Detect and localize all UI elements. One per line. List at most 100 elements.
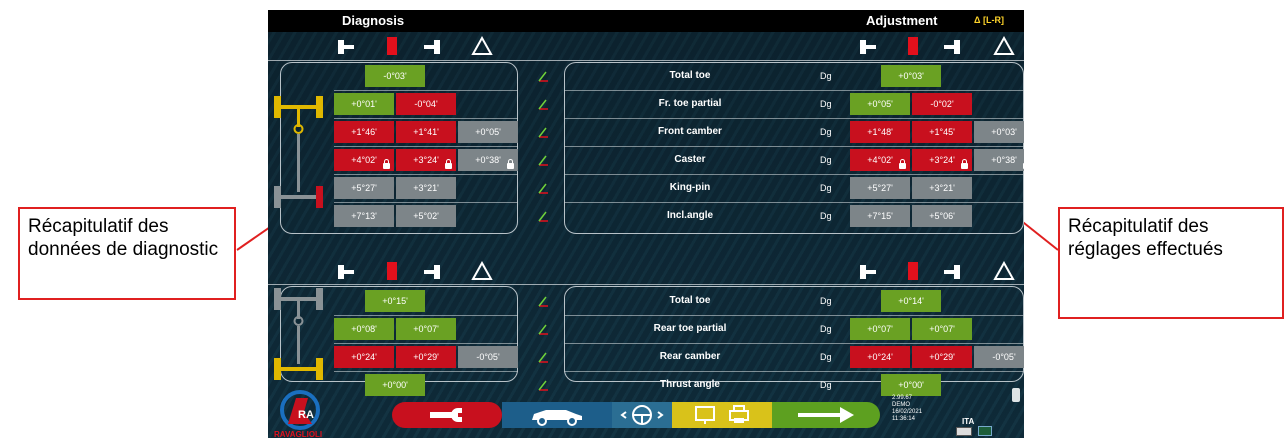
angle-icon: [538, 183, 548, 194]
note-diagnosis-text: Récapitulatif des données de diagnostic: [28, 216, 219, 260]
diag-value-text: +1°46': [351, 127, 377, 137]
adjustment-title: Adjustment: [866, 13, 938, 28]
adj-value-cell: +0°05': [850, 93, 910, 115]
adj-value-text: +1°45': [929, 127, 955, 137]
divider: [268, 284, 1024, 285]
diag-value-cell: +0°24': [334, 346, 394, 368]
unit-label: Dg: [820, 211, 832, 221]
row-divider: [334, 118, 518, 119]
diag-value-text: +0°08': [351, 324, 377, 334]
adj-value-cell: +1°45': [912, 121, 972, 143]
diag-value-cell: +0°29': [396, 346, 456, 368]
diag-value-text: +5°27': [351, 183, 377, 193]
date-text: 16/02/2021: [892, 409, 923, 415]
adj-value-cell: +3°21': [912, 177, 972, 199]
row-divider: [334, 202, 518, 203]
adj-value-cell: +5°06': [912, 205, 972, 227]
time-text: 11:36:14: [892, 416, 915, 422]
unit-label: Dg: [820, 296, 832, 306]
front-axle-diagram: [274, 96, 323, 208]
adj-value-text: -0°05': [992, 352, 1016, 362]
adj-value-text: +3°21': [929, 183, 955, 193]
diag-value-cell: +1°46': [334, 121, 394, 143]
steering-wheel-button[interactable]: [612, 402, 672, 428]
angle-icon: [538, 324, 548, 335]
diag-value-text: +0°29': [413, 352, 439, 362]
adj-value-cell: +7°15': [850, 205, 910, 227]
row-divider: [564, 174, 1024, 175]
measurement-label: Rear toe partial: [653, 323, 727, 334]
unit-label: Dg: [820, 71, 832, 81]
print-display-button[interactable]: [672, 402, 772, 428]
adj-value-text: +3°24': [929, 155, 955, 165]
unit-label: Dg: [820, 127, 832, 137]
adj-value-cell: +0°03': [881, 65, 941, 87]
next-button[interactable]: [772, 402, 880, 428]
left-side-icon: [338, 264, 354, 280]
red-marker-icon: [908, 37, 918, 55]
adj-value-text: +1°48': [867, 127, 893, 137]
adj-value-cell: +0°00': [881, 374, 941, 396]
row-divider: [334, 90, 518, 91]
adj-value-cell: +1°48': [850, 121, 910, 143]
wrench-icon: [430, 408, 462, 422]
measurement-label: Total toe: [669, 295, 711, 306]
diag-value-text: +0°38': [475, 155, 501, 165]
red-marker-icon: [387, 262, 397, 280]
adj-value-text: +0°03': [991, 127, 1017, 137]
adj-value-cell: +0°03': [974, 121, 1024, 143]
adj-value-text: +0°05': [867, 99, 893, 109]
adj-value-text: +5°27': [867, 183, 893, 193]
car-icon: [532, 410, 582, 426]
adj-value-text: -0°02': [930, 99, 954, 109]
monitor-printer-icon: [695, 405, 749, 424]
version-text: 2.99.67: [892, 395, 913, 401]
row-divider: [334, 174, 518, 175]
right-side-icon: [944, 264, 960, 280]
adjust-wrench-button[interactable]: [392, 402, 502, 428]
battery-icon: [1012, 388, 1020, 402]
diag-value-text: +0°07': [413, 324, 439, 334]
diag-value-text: +7°13': [351, 211, 377, 221]
diag-value-text: +0°24': [351, 352, 377, 362]
row-divider: [334, 371, 518, 372]
diag-value-cell: -0°03': [365, 65, 425, 87]
diag-value-cell: +0°00': [365, 374, 425, 396]
measurement-label: Rear camber: [659, 351, 721, 362]
measurement-label: Caster: [674, 154, 706, 165]
right-side-icon: [424, 39, 440, 55]
adj-value-cell: +0°14': [881, 290, 941, 312]
diag-value-text: +0°05': [475, 127, 501, 137]
adj-value-text: +5°06': [929, 211, 955, 221]
unit-label: Dg: [820, 352, 832, 362]
adj-value-text: +0°29': [929, 352, 955, 362]
note-adjustment-text: Récapitulatif des réglages effectués: [1068, 216, 1223, 260]
diag-value-cell: +1°41': [396, 121, 456, 143]
arrow-right-icon: [798, 407, 854, 423]
unit-label: Dg: [820, 183, 832, 193]
adj-value-cell: +0°29': [912, 346, 972, 368]
adj-value-text: +4°02': [867, 155, 893, 165]
adj-value-cell: +0°24': [850, 346, 910, 368]
diag-value-text: +0°15': [382, 296, 408, 306]
diag-value-cell: +0°01': [334, 93, 394, 115]
diag-value-cell: +0°15': [365, 290, 425, 312]
measurement-label: Front camber: [658, 126, 722, 137]
measurement-label: King-pin: [669, 182, 711, 193]
angle-icon: [538, 99, 548, 110]
diag-value-text: +0°00': [382, 380, 408, 390]
red-marker-icon: [908, 262, 918, 280]
status-info: 2.99.67 DEMO 16/02/2021 11:36:14: [892, 395, 922, 423]
diag-value-cell: +5°02': [396, 205, 456, 227]
adj-value-text: +0°24': [867, 352, 893, 362]
row-divider: [564, 371, 1024, 372]
lock-icon: [961, 159, 968, 169]
adj-value-text: +0°38': [991, 155, 1017, 165]
note-diagnosis-summary: Récapitulatif des données de diagnostic: [18, 207, 236, 300]
diag-value-text: -0°04': [414, 99, 438, 109]
vehicle-button[interactable]: [502, 402, 612, 428]
diag-value-text: +1°41': [413, 127, 439, 137]
unit-label: Dg: [820, 324, 832, 334]
adj-value-cell: +4°02': [850, 149, 910, 171]
diag-value-cell: +0°07': [396, 318, 456, 340]
